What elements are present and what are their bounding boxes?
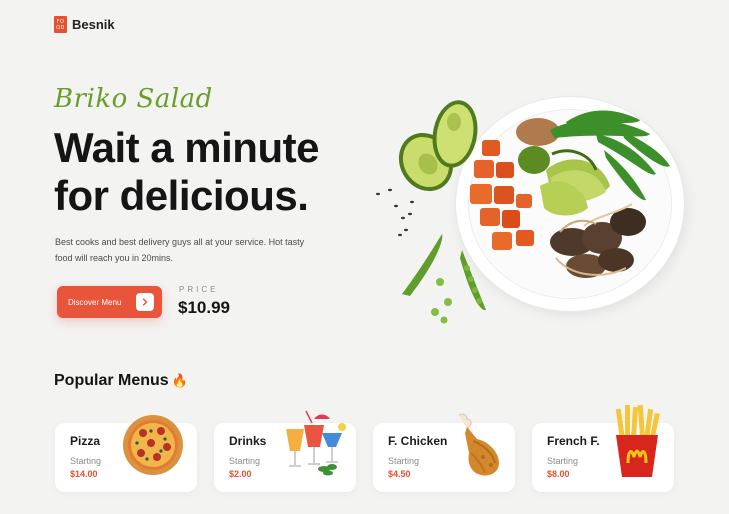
discover-menu-button[interactable]: Discover Menu (57, 286, 162, 318)
menu-card-starting-label: Starting (547, 456, 579, 466)
menu-card-pizza[interactable]: Pizza Starting $14.00 (55, 415, 197, 492)
menu-card-starting-label: Starting (70, 456, 102, 466)
hero-headline: Wait a minute for delicious. (54, 124, 319, 220)
chevron-right-icon (136, 293, 154, 311)
menu-card-chicken[interactable]: F. Chicken Starting $4.50 (373, 413, 515, 492)
fire-icon: 🔥 (171, 373, 188, 388)
menu-card-price: $14.00 (70, 469, 98, 479)
chicken-drumstick-icon (458, 413, 499, 476)
menu-card-price: $4.50 (388, 469, 411, 479)
logo-icon: FO OD (54, 16, 67, 33)
price-value: $10.99 (178, 298, 230, 317)
menu-card-starting-label: Starting (388, 456, 420, 466)
logo-text-bottom: OD (56, 24, 65, 31)
menu-card-name: Drinks (229, 434, 267, 448)
discover-menu-label: Discover Menu (68, 297, 122, 307)
avocado-icon (398, 100, 478, 192)
brand[interactable]: FO OD Besnik (54, 16, 115, 33)
price-label: PRICE (179, 285, 219, 294)
menu-card-name: French F. (547, 434, 600, 448)
menu-card-name: F. Chicken (388, 434, 448, 448)
avocado-slices-icon (540, 149, 610, 216)
french-fries-icon (615, 405, 660, 477)
menu-card-starting-label: Starting (229, 456, 261, 466)
popular-menus-title-text: Popular Menus (54, 372, 169, 389)
menu-card-price: $2.00 (229, 469, 252, 479)
hero-script-title: Briko Salad (54, 84, 213, 114)
pesto-icon (518, 146, 550, 174)
drinks-icon (286, 410, 346, 476)
popular-menus-title: Popular Menus 🔥 (54, 372, 188, 390)
menu-card-drinks[interactable]: Drinks Starting $2.00 (214, 410, 356, 492)
headline-line-1: Wait a minute (54, 124, 319, 171)
menu-card-price: $8.00 (547, 469, 570, 479)
salad-bowl-illustration (376, 100, 670, 324)
hero-description: Best cooks and best delivery guys all at… (55, 237, 305, 263)
pizza-icon (123, 415, 183, 475)
menu-card-name: Pizza (70, 434, 101, 448)
pea-pod-icon (402, 234, 486, 324)
brand-name: Besnik (72, 17, 115, 32)
seeds-icon (376, 188, 414, 237)
headline-line-2: for delicious. (54, 172, 309, 219)
menu-card-french-fries[interactable]: French F. Starting $8.00 (532, 405, 674, 492)
landing-page: FO OD Besnik Briko Salad Wait a minute f… (0, 0, 729, 514)
